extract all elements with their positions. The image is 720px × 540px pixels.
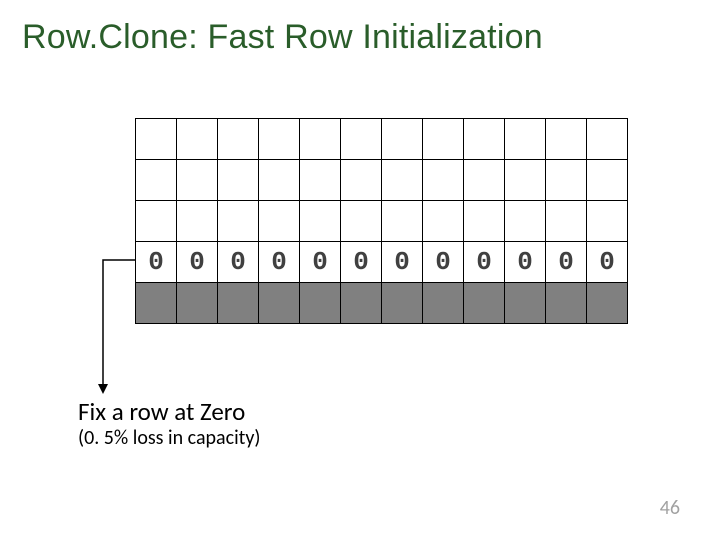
empty-cell bbox=[300, 201, 341, 242]
empty-cell bbox=[341, 160, 382, 201]
zero-cell: 0 bbox=[136, 242, 177, 283]
empty-cell bbox=[300, 119, 341, 160]
zero-cell: 0 bbox=[587, 242, 628, 283]
empty-cell bbox=[505, 201, 546, 242]
shaded-cell bbox=[218, 283, 259, 324]
empty-cell bbox=[587, 119, 628, 160]
empty-cell bbox=[136, 201, 177, 242]
zero-cell: 0 bbox=[341, 242, 382, 283]
empty-cell bbox=[136, 119, 177, 160]
table-row bbox=[136, 160, 628, 201]
zero-cell: 0 bbox=[382, 242, 423, 283]
empty-cell bbox=[505, 160, 546, 201]
zero-cell: 0 bbox=[259, 242, 300, 283]
page-number: 46 bbox=[660, 496, 680, 520]
empty-cell bbox=[505, 119, 546, 160]
table-row bbox=[136, 283, 628, 324]
empty-cell bbox=[546, 160, 587, 201]
shaded-cell bbox=[423, 283, 464, 324]
memory-grid-body: 000000000000 bbox=[136, 119, 628, 324]
empty-cell bbox=[423, 201, 464, 242]
empty-cell bbox=[177, 160, 218, 201]
shaded-cell bbox=[341, 283, 382, 324]
table-row bbox=[136, 119, 628, 160]
slide-title: Row.Clone: Fast Row Initialization bbox=[22, 18, 543, 57]
arrow-icon bbox=[95, 258, 139, 398]
memory-grid: 000000000000 bbox=[135, 118, 628, 324]
zero-cell: 0 bbox=[423, 242, 464, 283]
empty-cell bbox=[464, 119, 505, 160]
empty-cell bbox=[177, 119, 218, 160]
zero-cell: 0 bbox=[464, 242, 505, 283]
shaded-cell bbox=[382, 283, 423, 324]
caption-sub: (0. 5% loss in capacity) bbox=[78, 426, 260, 450]
empty-cell bbox=[423, 119, 464, 160]
empty-cell bbox=[587, 201, 628, 242]
zero-cell: 0 bbox=[300, 242, 341, 283]
empty-cell bbox=[259, 160, 300, 201]
shaded-cell bbox=[259, 283, 300, 324]
empty-cell bbox=[382, 160, 423, 201]
empty-cell bbox=[464, 201, 505, 242]
empty-cell bbox=[259, 201, 300, 242]
empty-cell bbox=[300, 160, 341, 201]
table-row: 000000000000 bbox=[136, 242, 628, 283]
empty-cell bbox=[177, 201, 218, 242]
zero-cell: 0 bbox=[177, 242, 218, 283]
zero-cell: 0 bbox=[218, 242, 259, 283]
zero-cell: 0 bbox=[505, 242, 546, 283]
empty-cell bbox=[218, 201, 259, 242]
empty-cell bbox=[382, 119, 423, 160]
empty-cell bbox=[218, 160, 259, 201]
shaded-cell bbox=[464, 283, 505, 324]
shaded-cell bbox=[136, 283, 177, 324]
empty-cell bbox=[546, 119, 587, 160]
empty-cell bbox=[136, 160, 177, 201]
table-row bbox=[136, 201, 628, 242]
shaded-cell bbox=[300, 283, 341, 324]
caption-main: Fix a row at Zero bbox=[78, 396, 245, 427]
empty-cell bbox=[464, 160, 505, 201]
empty-cell bbox=[218, 119, 259, 160]
empty-cell bbox=[546, 201, 587, 242]
shaded-cell bbox=[546, 283, 587, 324]
empty-cell bbox=[341, 119, 382, 160]
shaded-cell bbox=[505, 283, 546, 324]
empty-cell bbox=[341, 201, 382, 242]
empty-cell bbox=[259, 119, 300, 160]
empty-cell bbox=[423, 160, 464, 201]
shaded-cell bbox=[177, 283, 218, 324]
empty-cell bbox=[587, 160, 628, 201]
zero-cell: 0 bbox=[546, 242, 587, 283]
empty-cell bbox=[382, 201, 423, 242]
shaded-cell bbox=[587, 283, 628, 324]
